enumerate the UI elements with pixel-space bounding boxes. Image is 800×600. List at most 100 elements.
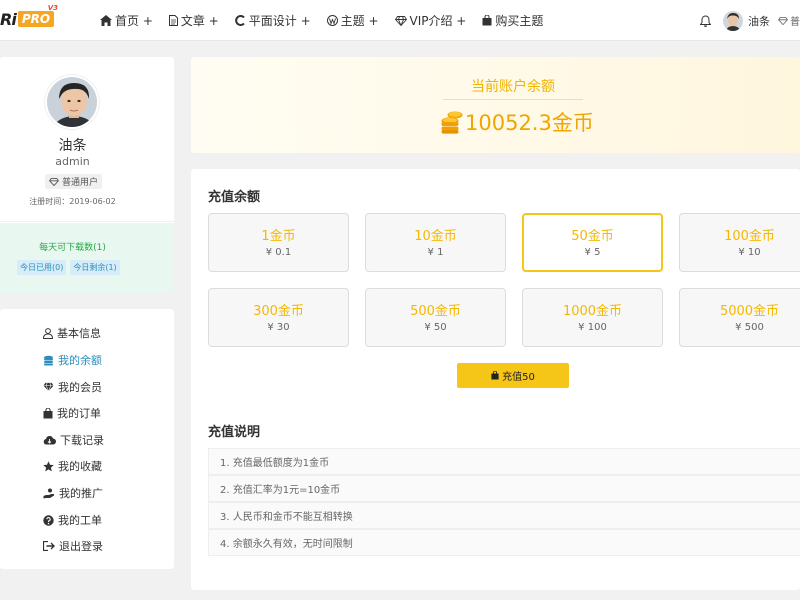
option-coins: 500金币 — [410, 304, 461, 319]
nav-home[interactable]: 首页 + — [100, 12, 153, 29]
menu-logout[interactable]: 退出登录 — [43, 538, 103, 554]
nav-articles-label: 文章 + — [180, 14, 219, 28]
recharge-note: 4. 余额永久有效，无时间限制 — [208, 529, 800, 556]
menu-my-balance-label: 我的余额 — [58, 354, 102, 367]
menu-my-orders[interactable]: 我的订单 — [43, 405, 101, 421]
downloads-per-day: 每天可下载数(1) — [39, 243, 106, 253]
option-price: ¥ 30 — [267, 322, 290, 333]
shopping-bag-icon — [491, 371, 499, 380]
menu-my-tickets-label: 我的工单 — [58, 514, 102, 527]
nav-vip-label: VIP介绍 + — [409, 14, 467, 28]
site-logo[interactable]: Ri PRO V3 — [0, 4, 58, 30]
hand-coin-icon — [43, 488, 54, 498]
coins-icon — [44, 355, 53, 365]
menu-my-referrals[interactable]: 我的推广 — [43, 485, 103, 501]
home-icon — [100, 15, 112, 26]
recharge-option-1[interactable]: 1金币 ¥ 0.1 — [208, 213, 349, 272]
option-price: ¥ 0.1 — [265, 247, 292, 258]
option-coins: 50金币 — [571, 229, 614, 244]
recharge-option-1000[interactable]: 1000金币 ¥ 100 — [522, 288, 663, 347]
user-icon — [43, 327, 53, 339]
logo-version: V3 — [47, 4, 59, 12]
nav-themes-label: 主题 + — [340, 14, 379, 28]
recharge-note: 1. 充值最低额度为1金币 — [208, 448, 800, 475]
main-nav: 首页 + 文章 + 平面设计 + 主题 + VIP介绍 + 购买主题 — [100, 0, 559, 41]
balance-value: 10052.3金币 — [465, 111, 594, 135]
nav-graphic-design[interactable]: 平面设计 + — [234, 12, 311, 29]
register-date: 注册时间：2019-06-02 — [29, 197, 116, 206]
option-coins: 1金币 — [261, 229, 296, 244]
menu-my-membership[interactable]: 我的会员 — [43, 379, 102, 395]
header-avatar[interactable] — [723, 10, 743, 31]
recharge-option-50[interactable]: 50金币 ¥ 5 — [522, 213, 663, 272]
nav-buy-theme[interactable]: 购买主题 — [482, 12, 543, 29]
menu-my-membership-label: 我的会员 — [58, 381, 102, 394]
diamond-icon — [43, 382, 54, 392]
menu-my-tickets[interactable]: 我的工单 — [43, 512, 102, 528]
menu-basic-info[interactable]: 基本信息 — [43, 325, 101, 341]
shopping-bag-icon — [43, 407, 53, 418]
recharge-option-100[interactable]: 100金币 ¥ 10 — [679, 213, 800, 272]
nav-vip[interactable]: VIP介绍 + — [394, 12, 467, 29]
header-vip-badge[interactable]: 普 — [778, 13, 800, 28]
user-menu: 基本信息 我的余额 我的会员 我的订单 下载记录 我的收藏 我的推广 我的工单 … — [0, 309, 174, 569]
option-coins: 300金币 — [253, 304, 304, 319]
shopping-bag-icon — [482, 15, 492, 26]
option-price: ¥ 10 — [738, 247, 761, 258]
profile-username: admin — [55, 155, 90, 168]
menu-my-favorites[interactable]: 我的收藏 — [43, 458, 102, 474]
remaining-today-tag: 今日剩余(1) — [70, 260, 120, 275]
nav-buy-theme-label: 购买主题 — [495, 14, 544, 28]
download-quota-tags: 今日已用(0) 今日剩余(1) — [17, 260, 124, 275]
recharge-option-10[interactable]: 10金币 ¥ 1 — [365, 213, 506, 272]
profile-avatar — [45, 75, 99, 129]
circle-arc-icon — [234, 15, 245, 26]
recharge-option-5000[interactable]: 5000金币 ¥ 500 — [679, 288, 800, 347]
diamond-icon — [49, 177, 59, 186]
logo-badge: PRO V3 — [17, 4, 58, 27]
option-coins: 100金币 — [724, 229, 775, 244]
option-coins: 10金币 — [414, 229, 457, 244]
recharge-option-300[interactable]: 300金币 ¥ 30 — [208, 288, 349, 347]
option-price: ¥ 5 — [584, 247, 601, 258]
profile-card: 油条 admin 普通用户 注册时间：2019-06-02 每天可下载数(1) … — [0, 57, 174, 293]
recharge-submit-label: 充值50 — [502, 372, 535, 383]
recharge-submit-button[interactable]: 充值50 — [457, 363, 569, 388]
coins-icon — [441, 111, 463, 134]
nav-themes[interactable]: 主题 + — [326, 12, 379, 29]
menu-download-records-label: 下载记录 — [60, 434, 104, 447]
nav-graphic-design-label: 平面设计 + — [248, 14, 311, 28]
profile-name: 油条 — [58, 138, 87, 154]
nav-articles[interactable]: 文章 + — [168, 12, 219, 29]
menu-download-records[interactable]: 下载记录 — [43, 432, 104, 448]
option-price: ¥ 1 — [427, 247, 444, 258]
question-circle-icon — [43, 514, 54, 526]
menu-my-favorites-label: 我的收藏 — [58, 460, 102, 473]
nav-home-label: 首页 + — [115, 14, 153, 28]
balance-label: 当前账户余额 — [471, 79, 555, 95]
option-price: ¥ 50 — [424, 322, 447, 333]
balance-card: 当前账户余额 10052.3金币 — [191, 57, 800, 153]
cloud-download-icon — [43, 435, 56, 445]
menu-basic-info-label: 基本信息 — [57, 327, 101, 340]
star-icon — [43, 460, 54, 471]
option-price: ¥ 100 — [578, 322, 607, 333]
wordpress-icon — [326, 15, 338, 26]
recharge-option-500[interactable]: 500金币 ¥ 50 — [365, 288, 506, 347]
logo-text: Ri — [0, 9, 17, 29]
top-navbar: Ri PRO V3 首页 + 文章 + 平面设计 + 主题 + VIP介绍 + 购… — [0, 0, 800, 41]
document-icon — [168, 15, 178, 26]
menu-my-balance[interactable]: 我的余额 — [43, 352, 102, 368]
header-user-name[interactable]: 油条 — [748, 13, 770, 29]
used-today-tag: 今日已用(0) — [17, 260, 67, 275]
recharge-note: 2. 充值汇率为1元=10金币 — [208, 475, 800, 502]
menu-my-referrals-label: 我的推广 — [59, 487, 103, 500]
option-coins: 5000金币 — [719, 304, 780, 319]
diamond-icon — [394, 15, 407, 26]
bell-icon[interactable] — [700, 14, 711, 27]
download-quota-panel: 每天可下载数(1) 今日已用(0) 今日剩余(1) — [0, 223, 174, 293]
header-tools: 油条 普 — [700, 0, 800, 41]
menu-logout-label: 退出登录 — [59, 540, 103, 553]
balance-divider — [443, 99, 583, 100]
sign-out-icon — [43, 541, 55, 551]
